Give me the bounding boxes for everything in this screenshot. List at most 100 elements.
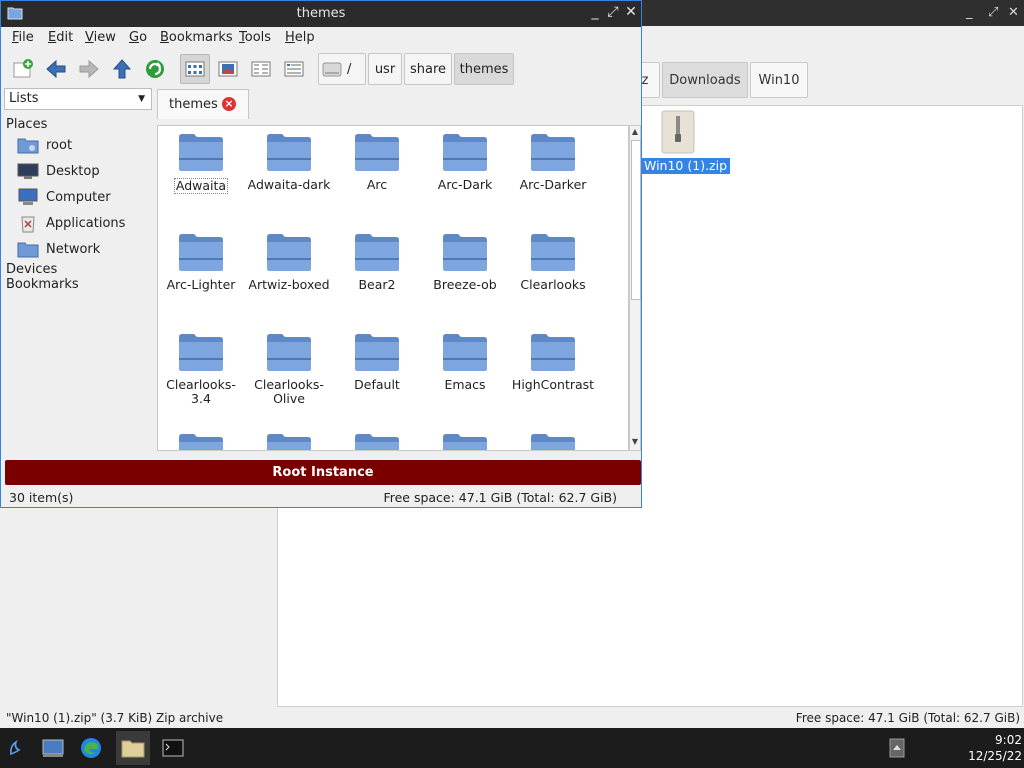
new-tab-icon [13,59,33,78]
folder-icon [267,134,311,171]
taskbar: 9:02 12/25/22 [0,728,1024,768]
computer-icon [18,188,38,205]
bg-path-button-win10[interactable]: Win10 [750,62,808,98]
path-button-share[interactable]: share [404,53,452,85]
compact-view-button[interactable] [246,54,276,84]
close-button[interactable]: ✕ [623,4,639,20]
folder-item[interactable] [246,426,332,450]
folder-item[interactable]: Bear2 [334,226,420,292]
vertical-scrollbar[interactable]: ▲ ▼ [629,125,641,451]
bg-maximize-button[interactable]: ⤢ [988,5,998,20]
scroll-thumb[interactable] [631,140,641,300]
zip-file-label[interactable]: Win10 (1).zip [641,158,731,174]
folder-item[interactable]: Clearlooks-3.4 [158,326,244,406]
scroll-up-icon[interactable]: ▲ [630,127,640,139]
path-button-usr[interactable]: usr [368,53,402,85]
new-tab-button[interactable] [8,54,38,84]
folder-item[interactable]: HighContrast [510,326,596,392]
folder-item[interactable]: Arc-Darker [510,126,596,192]
folder-item[interactable]: Default [334,326,420,392]
bg-minimize-button[interactable]: _ [966,5,973,20]
menu-help-label: elp [294,30,315,45]
folder-item[interactable]: Adwaita-dark [246,126,332,192]
terminal-icon[interactable] [156,731,190,765]
folder-item[interactable]: Arc [334,126,420,192]
folder-label: Artwiz-boxed [248,277,330,292]
bg-path-button-downloads[interactable]: Downloads [662,62,748,98]
edge-browser-icon[interactable] [74,731,108,765]
devices-heading[interactable]: Devices [6,262,57,277]
side-pane-mode-value: Lists [9,91,39,106]
menu-bookmarks[interactable]: Bookmarks [160,30,233,45]
folder-item[interactable]: Adwaita [158,126,244,194]
places-heading[interactable]: Places [6,117,47,132]
reload-button[interactable] [140,54,170,84]
folder-item[interactable] [158,426,244,450]
tab-close-icon[interactable]: × [222,97,236,111]
folder-icon [267,334,311,371]
tray-icon[interactable] [880,731,914,765]
bg-close-button[interactable]: ✕ [1008,5,1019,20]
folder-label: Bear2 [358,277,396,292]
folder-label: Clearlooks-Olive [254,377,324,406]
menu-tools[interactable]: Tools [239,30,271,45]
menu-bookmarks-label: ookmarks [168,30,233,45]
sidebar-item-computer[interactable]: Computer [17,186,111,208]
network-folder-icon [17,242,39,258]
folder-item[interactable] [510,426,596,450]
thumbnail-view-button[interactable] [213,54,243,84]
folder-icon [443,334,487,371]
sidebar-item-label: Computer [46,189,111,205]
bookmarks-heading[interactable]: Bookmarks [6,277,79,292]
path-button-themes[interactable]: themes [454,53,514,85]
detailed-list-icon [284,61,304,77]
folder-icon [179,134,223,171]
menu-file[interactable]: File [12,30,34,45]
sidebar-item-network[interactable]: Network [17,238,100,260]
menu-view[interactable]: View [85,30,116,45]
scroll-down-icon[interactable]: ▼ [630,437,640,449]
zip-file-icon[interactable] [660,110,696,154]
menu-help[interactable]: Help [285,30,315,45]
bg-status-selection: "Win10 (1).zip" (3.7 KiB) Zip archive [6,711,224,725]
folder-item[interactable]: Breeze-ob [422,226,508,292]
minimize-button[interactable]: _ [587,4,603,20]
start-menu-icon[interactable] [0,731,34,765]
path-button-root[interactable]: / [318,53,366,85]
folder-label: Emacs [444,377,486,392]
up-button[interactable] [107,54,137,84]
arrow-left-icon [46,59,66,79]
file-manager-icon[interactable] [116,731,150,765]
folder-item[interactable]: Emacs [422,326,508,392]
desktop-icon [17,163,39,179]
sidebar-item-applications[interactable]: Applications [17,212,125,234]
back-button[interactable] [41,54,71,84]
sidebar-item-label: Network [46,241,101,257]
menu-edit[interactable]: Edit [48,30,73,45]
maximize-button[interactable]: ⤢ [605,4,621,20]
icon-view-button[interactable] [180,54,210,84]
folder-icon [355,334,399,371]
folder-grid[interactable]: Adwaita Adwaita-dark Arc Arc-Dark Arc-Darker… [157,125,629,451]
folder-item[interactable]: Clearlooks-Olive [246,326,332,406]
folder-label: Adwaita-dark [247,177,331,192]
side-pane-mode-select[interactable]: Lists ▼ [4,88,152,110]
sidebar-item-label: root [46,137,73,153]
tab-themes[interactable]: themes × [157,89,249,119]
menu-go[interactable]: Go [129,30,147,45]
folder-item[interactable]: Artwiz-boxed [246,226,332,292]
forward-button[interactable] [74,54,104,84]
folder-item[interactable]: Clearlooks [510,226,596,292]
sidebar-item-root[interactable]: root [17,134,72,156]
titlebar[interactable]: themes _ ⤢ ✕ [1,1,641,27]
desktop-icon[interactable] [36,731,70,765]
clock-time: 9:02 [995,733,1022,747]
folder-item[interactable] [334,426,420,450]
menu-bookmarks-mnemonic: B [160,30,169,45]
sidebar-item-desktop[interactable]: Desktop [17,160,100,182]
clock[interactable]: 9:02 12/25/22 [968,732,1022,764]
folder-item[interactable]: Arc-Lighter [158,226,244,292]
folder-item[interactable] [422,426,508,450]
folder-item[interactable]: Arc-Dark [422,126,508,192]
detailed-list-view-button[interactable] [279,54,309,84]
